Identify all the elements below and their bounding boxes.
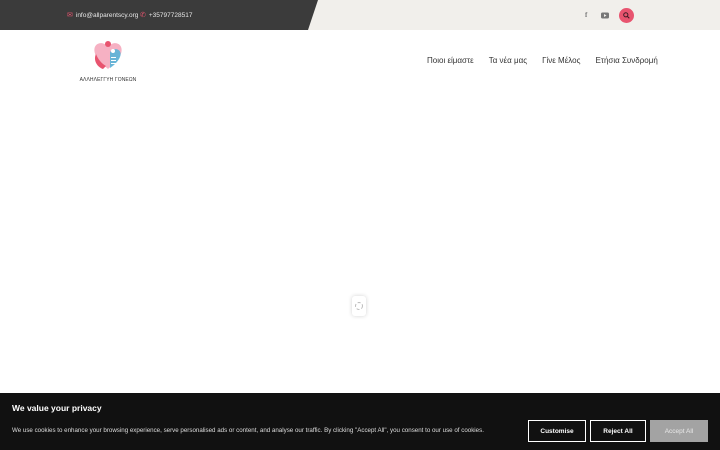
customise-button[interactable]: Customise	[528, 420, 586, 442]
cookie-text: We use cookies to enhance your browsing …	[12, 427, 484, 434]
email-link[interactable]: ✉ info@allparentscy.org	[67, 0, 138, 30]
spinner-icon	[355, 302, 363, 310]
reject-all-button[interactable]: Reject All	[590, 420, 646, 442]
nav-item-news[interactable]: Τα νέα μας	[489, 56, 527, 65]
nav-item-annual-subscription[interactable]: Ετήσια Συνδρομή	[595, 56, 657, 65]
email-text: info@allparentscy.org	[75, 11, 139, 19]
search-button[interactable]	[619, 8, 634, 23]
facebook-icon[interactable]: f	[585, 0, 587, 30]
loading-spinner	[352, 296, 366, 316]
logo-text: ΑΛΛΗΛΕΓΓΥΗ ΓΟΝΕΩΝ	[79, 77, 137, 83]
nav-item-who-we-are[interactable]: Ποιοι είμαστε	[427, 56, 474, 65]
youtube-icon[interactable]	[601, 0, 609, 30]
search-icon	[623, 12, 630, 19]
envelope-icon: ✉	[67, 12, 73, 19]
main-nav: Ποιοι είμαστε Τα νέα μας Γίνε Μέλος Ετήσ…	[427, 56, 658, 65]
phone-link[interactable]: ✆ +35797728517	[140, 0, 192, 30]
phone-icon: ✆	[140, 12, 146, 19]
nav-item-become-member[interactable]: Γίνε Μέλος	[542, 56, 580, 65]
phone-text: +35797728517	[148, 11, 193, 19]
accept-all-button[interactable]: Accept All	[650, 420, 708, 442]
cookie-title: We value your privacy	[12, 403, 102, 413]
